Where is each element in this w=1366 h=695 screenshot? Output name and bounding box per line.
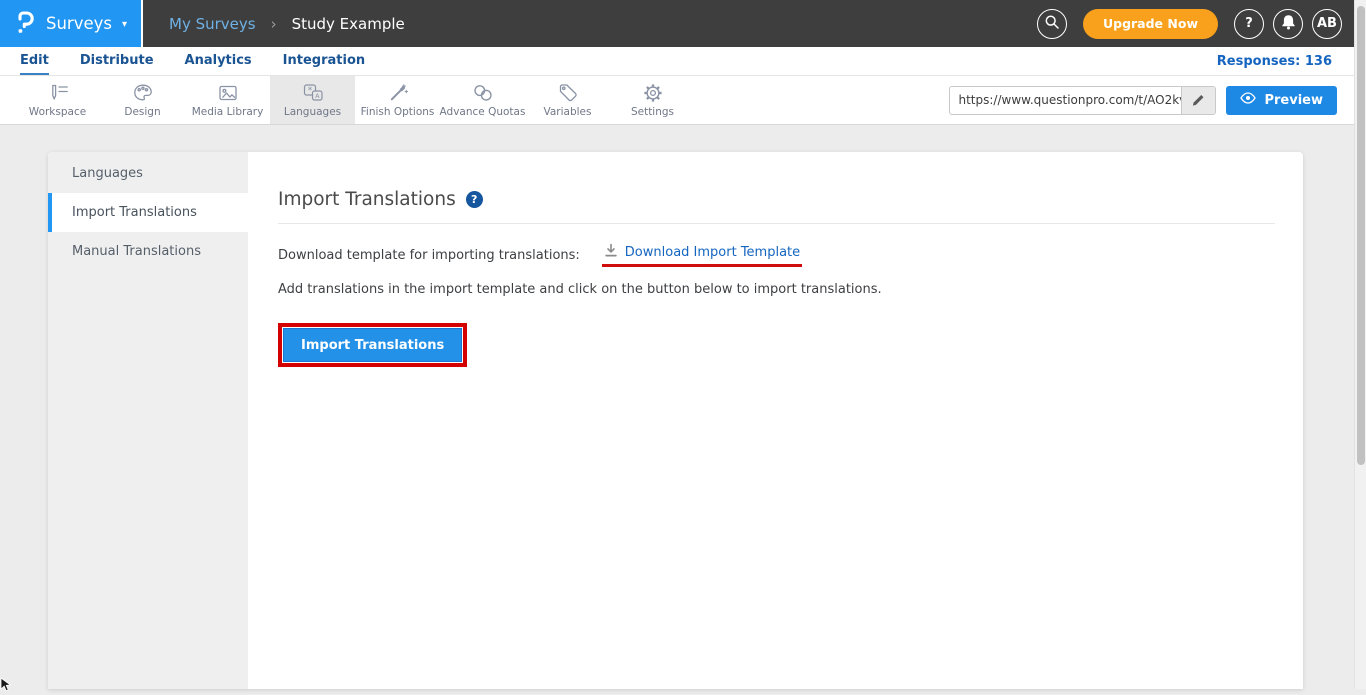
toolbar-label: Variables — [544, 106, 592, 118]
toolbar-label: Workspace — [29, 106, 86, 118]
languages-panel: Languages Import Translations Manual Tra… — [48, 152, 1303, 689]
pencil-icon — [1192, 91, 1205, 110]
breadcrumb: My Surveys › Study Example — [169, 15, 405, 33]
title-divider — [278, 223, 1275, 224]
import-translations-button[interactable]: Import Translations — [283, 328, 462, 362]
mouse-cursor — [0, 676, 13, 695]
chevron-down-icon: ▾ — [122, 19, 127, 30]
survey-url-group: https://www.questionpro.com/t/AO2kvZ Pre… — [949, 76, 1366, 124]
responses-count[interactable]: Responses: 136 — [1217, 47, 1366, 75]
languages-sidebar: Languages Import Translations Manual Tra… — [48, 152, 248, 689]
edit-url-button[interactable] — [1181, 87, 1215, 114]
media-library-icon — [217, 82, 239, 104]
tab-integration[interactable]: Integration — [283, 47, 365, 75]
help-button[interactable]: ? — [1234, 9, 1264, 39]
toolbar-item-settings[interactable]: Settings — [610, 76, 695, 124]
toolbar-item-variables[interactable]: Variables — [525, 76, 610, 124]
breadcrumb-separator: › — [271, 15, 277, 33]
import-button-red-highlight: Import Translations — [278, 323, 467, 367]
advance-quotas-icon — [472, 82, 494, 104]
download-template-link-highlighted[interactable]: Download Import Template — [602, 243, 802, 267]
toolbar-item-languages[interactable]: * A Languages — [270, 76, 355, 124]
download-template-text: Download template for importing translat… — [278, 248, 580, 263]
preview-label: Preview — [1264, 93, 1323, 108]
title-row: Import Translations ? — [278, 189, 1275, 210]
surveys-menu[interactable]: Surveys ▾ — [0, 0, 143, 47]
questionpro-logo-icon — [14, 9, 36, 39]
toolbar-item-advance-quotas[interactable]: Advance Quotas — [440, 76, 525, 124]
avatar[interactable]: AB — [1312, 9, 1342, 39]
topbar-actions: Upgrade Now ? AB — [1037, 9, 1366, 39]
sidebar-item-import-translations[interactable]: Import Translations — [48, 193, 248, 232]
page-scrollbar[interactable] — [1354, 0, 1366, 689]
survey-url-value[interactable]: https://www.questionpro.com/t/AO2kvZ — [950, 87, 1181, 114]
sidebar-item-languages[interactable]: Languages — [48, 154, 248, 193]
workspace-icon — [47, 82, 69, 104]
toolbar-label: Media Library — [192, 106, 264, 118]
download-import-template-link[interactable]: Download Import Template — [625, 245, 800, 260]
section-tabs: Edit Distribute Analytics Integration — [0, 47, 365, 75]
toolbar-item-workspace[interactable]: Workspace — [15, 76, 100, 124]
edit-toolbar: Workspace Design Media Library * — [0, 76, 1366, 125]
notifications-button[interactable] — [1273, 9, 1303, 39]
top-bar: Surveys ▾ My Surveys › Study Example Upg… — [0, 0, 1366, 47]
languages-icon: * A — [301, 82, 325, 104]
download-icon — [604, 243, 618, 261]
toolbar-label: Design — [124, 106, 160, 118]
variables-icon — [557, 82, 579, 104]
toolbar-item-media-library[interactable]: Media Library — [185, 76, 270, 124]
svg-text:A: A — [315, 92, 320, 100]
toolbar-label: Advance Quotas — [440, 106, 526, 118]
settings-icon — [642, 82, 664, 104]
breadcrumb-my-surveys[interactable]: My Surveys — [169, 15, 256, 33]
survey-url-box[interactable]: https://www.questionpro.com/t/AO2kvZ — [949, 86, 1216, 115]
upgrade-now-button[interactable]: Upgrade Now — [1083, 9, 1218, 39]
breadcrumb-current-survey: Study Example — [292, 15, 405, 33]
eye-icon — [1240, 92, 1256, 108]
design-icon — [132, 82, 154, 104]
page-title: Import Translations — [278, 189, 456, 210]
tab-analytics[interactable]: Analytics — [185, 47, 252, 75]
tab-distribute[interactable]: Distribute — [80, 47, 154, 75]
toolbar-item-finish-options[interactable]: Finish Options — [355, 76, 440, 124]
toolbar-item-design[interactable]: Design — [100, 76, 185, 124]
survey-section-nav: Edit Distribute Analytics Integration Re… — [0, 47, 1366, 76]
preview-button[interactable]: Preview — [1226, 86, 1337, 115]
scrollbar-thumb[interactable] — [1357, 6, 1365, 465]
search-button[interactable] — [1037, 9, 1067, 39]
finish-options-icon — [387, 82, 409, 104]
toolbar-label: Settings — [631, 106, 674, 118]
toolbar-label: Finish Options — [361, 106, 435, 118]
download-template-row: Download template for importing translat… — [278, 243, 1275, 267]
question-mark-icon: ? — [1245, 16, 1253, 31]
toolbar-label: Languages — [284, 106, 341, 118]
sidebar-item-manual-translations[interactable]: Manual Translations — [48, 232, 248, 271]
import-instructions: Add translations in the import template … — [278, 282, 1275, 297]
title-help-icon[interactable]: ? — [466, 191, 483, 208]
product-name: Surveys — [46, 14, 112, 33]
import-translations-content: Import Translations ? Download template … — [248, 152, 1303, 689]
bell-icon — [1281, 14, 1296, 34]
tab-edit[interactable]: Edit — [20, 47, 49, 75]
search-icon — [1044, 14, 1060, 34]
